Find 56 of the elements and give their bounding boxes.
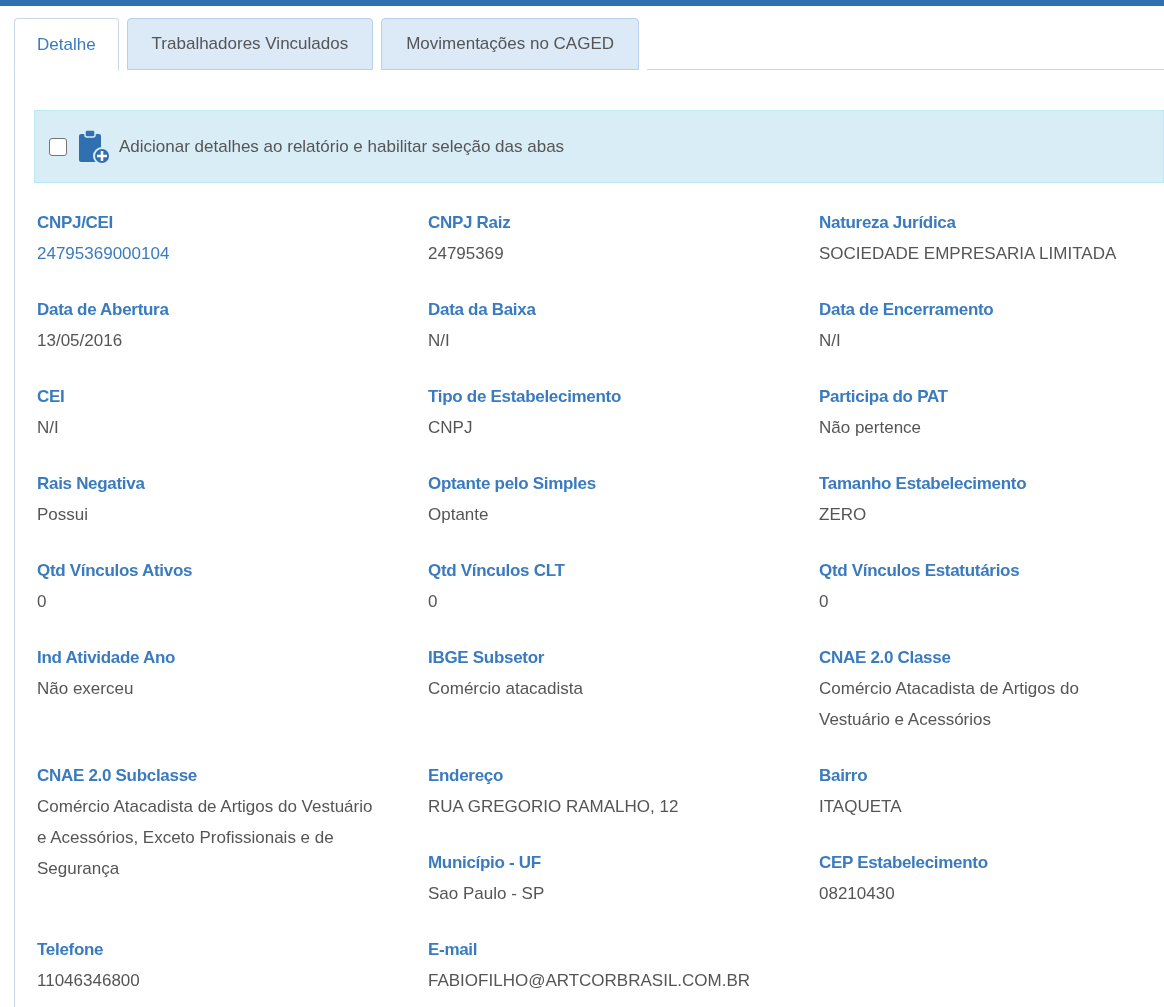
field-label: Tipo de Estabelecimento (428, 386, 623, 408)
field-value: RUA GREGORIO RAMALHO, 12 (428, 796, 680, 818)
field-value: N/I (37, 417, 60, 439)
field-value: 0 (37, 591, 48, 613)
field-label: IBGE Subsetor (428, 647, 546, 669)
field-label: Qtd Vínculos Estatutários (819, 560, 1021, 582)
field-label: E-mail (428, 939, 479, 961)
field-label: CNAE 2.0 Classe (819, 647, 952, 669)
field-value: ZERO (819, 504, 868, 526)
field-value: Comércio Atacadista de Artigos do Vestuário e Acessórios (819, 678, 1080, 731)
field-label: Data de Encerramento (819, 299, 995, 321)
field-label: CNPJ/CEI (37, 212, 114, 234)
field-value: Comércio Atacadista de Artigos do Vestuário e Acessórios, Exceto Profissionais e de Segurança (37, 796, 374, 880)
field-value: 11046346800 (37, 970, 141, 992)
field-label: Data de Abertura (37, 299, 170, 321)
clipboard-plus-icon (77, 128, 111, 165)
field-value: Sao Paulo - SP (428, 883, 546, 905)
field-value: Optante (428, 504, 490, 526)
field-label: Endereço (428, 765, 505, 787)
report-option-label: Adicionar detalhes ao relatório e habilitar seleção das abas (119, 135, 565, 158)
field-label: Data da Baixa (428, 299, 537, 321)
field-label: Telefone (37, 939, 105, 961)
field-label: Bairro (819, 765, 869, 787)
field-label: Município - UF (428, 852, 542, 874)
field-value: 0 (819, 591, 830, 613)
field-label: Natureza Jurídica (819, 212, 957, 234)
field-value: Comércio atacadista (428, 678, 584, 700)
field-value: N/I (819, 330, 842, 352)
field-link[interactable]: 24795369000104 (37, 238, 375, 269)
field-value: N/I (428, 330, 451, 352)
field-value: ITAQUETA (819, 796, 903, 818)
tab[interactable]: Movimentações no CAGED (381, 18, 640, 70)
field-value: 24795369 (428, 243, 505, 265)
checkbox[interactable] (49, 137, 67, 156)
field-label: CEP Estabelecimento (819, 852, 989, 874)
field-value: Não exerceu (37, 678, 135, 700)
field-value: Possui (37, 504, 90, 526)
field-label: Rais Negativa (37, 473, 146, 495)
field-value: 08210430 (819, 883, 896, 905)
field-label: Tamanho Estabelecimento (819, 473, 1028, 495)
field-label: Qtd Vínculos CLT (428, 560, 566, 582)
field-value: FABIOFILHO@ARTCORBRASIL.COM.BR (428, 970, 752, 992)
tab[interactable]: Detalhe (14, 18, 119, 71)
field-label: CEI (37, 386, 66, 408)
field-label: Participa do PAT (819, 386, 949, 408)
field-value: CNPJ (428, 417, 474, 439)
field-label: CNAE 2.0 Subclasse (37, 765, 198, 787)
field-label: Optante pelo Simples (428, 473, 597, 495)
tab[interactable]: Trabalhadores Vinculados (126, 18, 374, 70)
field-label: Qtd Vínculos Ativos (37, 560, 194, 582)
field-value: SOCIEDADE EMPRESARIA LIMITADA (819, 243, 1118, 265)
field-label: CNPJ Raiz (428, 212, 512, 234)
field-value: 13/05/2016 (37, 330, 124, 352)
field-value: 0 (428, 591, 439, 613)
field-value: Não pertence (819, 417, 923, 439)
field-label: Ind Atividade Ano (37, 647, 177, 669)
